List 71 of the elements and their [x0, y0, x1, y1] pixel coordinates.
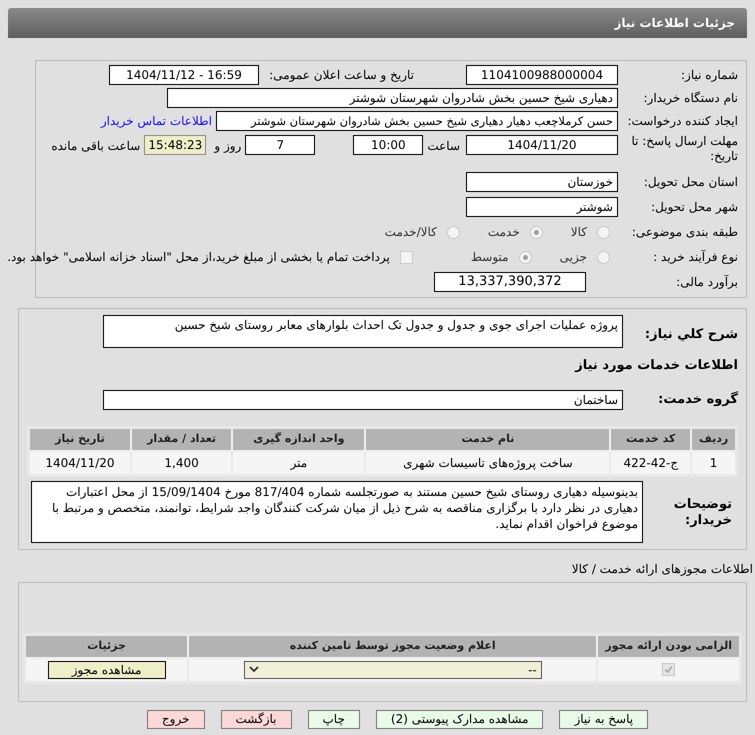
- radio-button[interactable]: [597, 226, 610, 238]
- province-field[interactable]: خوزستان: [466, 172, 618, 192]
- status-dropdown[interactable]: --: [244, 660, 542, 679]
- creator-field[interactable]: حسن کرملاچعب دهیار دهیاری شیخ حسین بخش شادروان شهرستان شوشتر: [216, 111, 618, 131]
- page-title: جزئیات اطلاعات نیاز: [614, 15, 735, 32]
- radio-label: کالا/خدمت: [384, 224, 437, 241]
- field-label: توضیحات خریدار:: [672, 496, 733, 528]
- column-header: الزامی بودن ارائه مجوز: [597, 634, 740, 658]
- action-button[interactable]: خروج: [146, 710, 204, 728]
- table-cell: 1404/11/20: [28, 451, 131, 475]
- action-button[interactable]: مشاهده مدارک پیوستی (2): [376, 710, 544, 728]
- days-field[interactable]: 7: [245, 135, 316, 155]
- field-label: برآورد مالی:: [675, 274, 738, 291]
- field-label: طبقه بندی موضوعی:: [630, 224, 738, 241]
- remaining-time-field: 15:48:23: [144, 135, 206, 155]
- service-group-field[interactable]: ساختمان: [103, 390, 623, 410]
- field-label: گروه خدمت:: [657, 390, 738, 409]
- section-title: اطلاعات مجوزهای ارائه خدمت / کالا: [570, 560, 753, 578]
- radio-label: متوسط: [470, 249, 509, 266]
- column-header: تعداد / مقدار: [130, 427, 232, 451]
- radio-button[interactable]: [597, 250, 610, 264]
- buyer-notes-field[interactable]: بدینوسیله دهیاری روستای شیخ حسین مستند به صورتجلسه شماره 817/404 مورخ 15/09/1404 از محل اعتبارات دهیاری در نظر دارد با برگزاری مناقصه به شرح ذیل از میان شرکت کنندگان واجد شرایط، توانمند، متخصص و مرتبط با موضوع فراخوان اقدام نماید.: [31, 480, 643, 542]
- field-label: نام دستگاه خریدار:: [642, 90, 738, 107]
- checkbox-label: پرداخت تمام یا بخشی از مبلغ خرید،از محل "اسناد خزانه اسلامی" خواهد بود.: [7, 249, 390, 266]
- table-cell: ج-42-422: [610, 451, 692, 475]
- field-label: شماره نیاز:: [680, 67, 738, 84]
- radio-label: جزیی: [560, 249, 587, 266]
- action-button[interactable]: چاپ: [308, 710, 360, 728]
- field-label: مهلت ارسال پاسخ: تا تاریخ:: [630, 134, 738, 164]
- buyer-field[interactable]: دهیاری شیخ حسین بخش شادروان شهرستان شوشتر: [167, 88, 618, 108]
- field-label: ایجاد کننده درخواست:: [626, 113, 738, 130]
- field-label: نوع فرآیند خرید :: [652, 249, 738, 266]
- view-permit-button[interactable]: مشاهده مجوز: [48, 660, 166, 679]
- radio-button[interactable]: [446, 226, 460, 238]
- field-label: روز و: [214, 138, 242, 155]
- section-title: اطلاعات خدمات مورد نیاز: [574, 357, 738, 375]
- action-button[interactable]: پاسخ به نیاز: [559, 710, 648, 728]
- field-label: تاریخ و ساعت اعلان عمومی:: [268, 67, 414, 84]
- announce-date-field[interactable]: 1404/11/12 - 16:59: [109, 65, 259, 85]
- caret-icon: [248, 666, 259, 674]
- column-header: نام خدمت: [365, 427, 610, 451]
- checkbox[interactable]: [662, 663, 676, 676]
- field-label: ساعت: [427, 138, 460, 155]
- field-label: استان محل تحویل:: [642, 174, 738, 191]
- table-cell: 1,400: [130, 451, 232, 475]
- field-label: شرح کلي نياز:: [644, 326, 738, 344]
- column-header: جزئیات: [24, 634, 188, 658]
- column-header: اعلام وضعیت مجوز توسط تامین کننده: [188, 634, 598, 658]
- table-cell: 1: [691, 451, 736, 475]
- radio-label: خدمت: [488, 224, 520, 241]
- column-header: تاریخ نیاز: [28, 427, 131, 451]
- column-header: کد خدمت: [610, 427, 692, 451]
- dropdown-value: --: [528, 662, 537, 679]
- description-field[interactable]: پروژه عملیات اجرای جوی و جدول و جدول تک احداث بلوارهای معابر روستای شیخ حسین: [103, 315, 623, 348]
- column-header: ردیف: [691, 427, 736, 451]
- checkbox[interactable]: [400, 250, 413, 264]
- contact-link[interactable]: اطلاعات تماس خریدار: [100, 112, 212, 130]
- field-label: ساعت باقی مانده: [51, 138, 140, 155]
- field-label: شهر محل تحویل:: [650, 199, 738, 216]
- city-field[interactable]: شوشتر: [466, 197, 618, 217]
- deadline-time-field[interactable]: 10:00: [353, 135, 424, 155]
- need-number-field[interactable]: 1104100988000004: [466, 65, 618, 85]
- table-cell: ساخت پروژه‌های تاسیسات شهری: [365, 451, 610, 475]
- budget-field[interactable]: 13,337,390,372: [434, 272, 586, 292]
- table-cell: متر: [232, 451, 366, 475]
- action-button[interactable]: بازگشت: [220, 710, 292, 728]
- column-header: واحد اندازه گیری: [232, 427, 366, 451]
- radio-label: کالا: [570, 224, 587, 241]
- deadline-date-field[interactable]: 1404/11/20: [466, 135, 618, 155]
- radio-button[interactable]: [518, 250, 532, 264]
- radio-button[interactable]: [530, 226, 543, 238]
